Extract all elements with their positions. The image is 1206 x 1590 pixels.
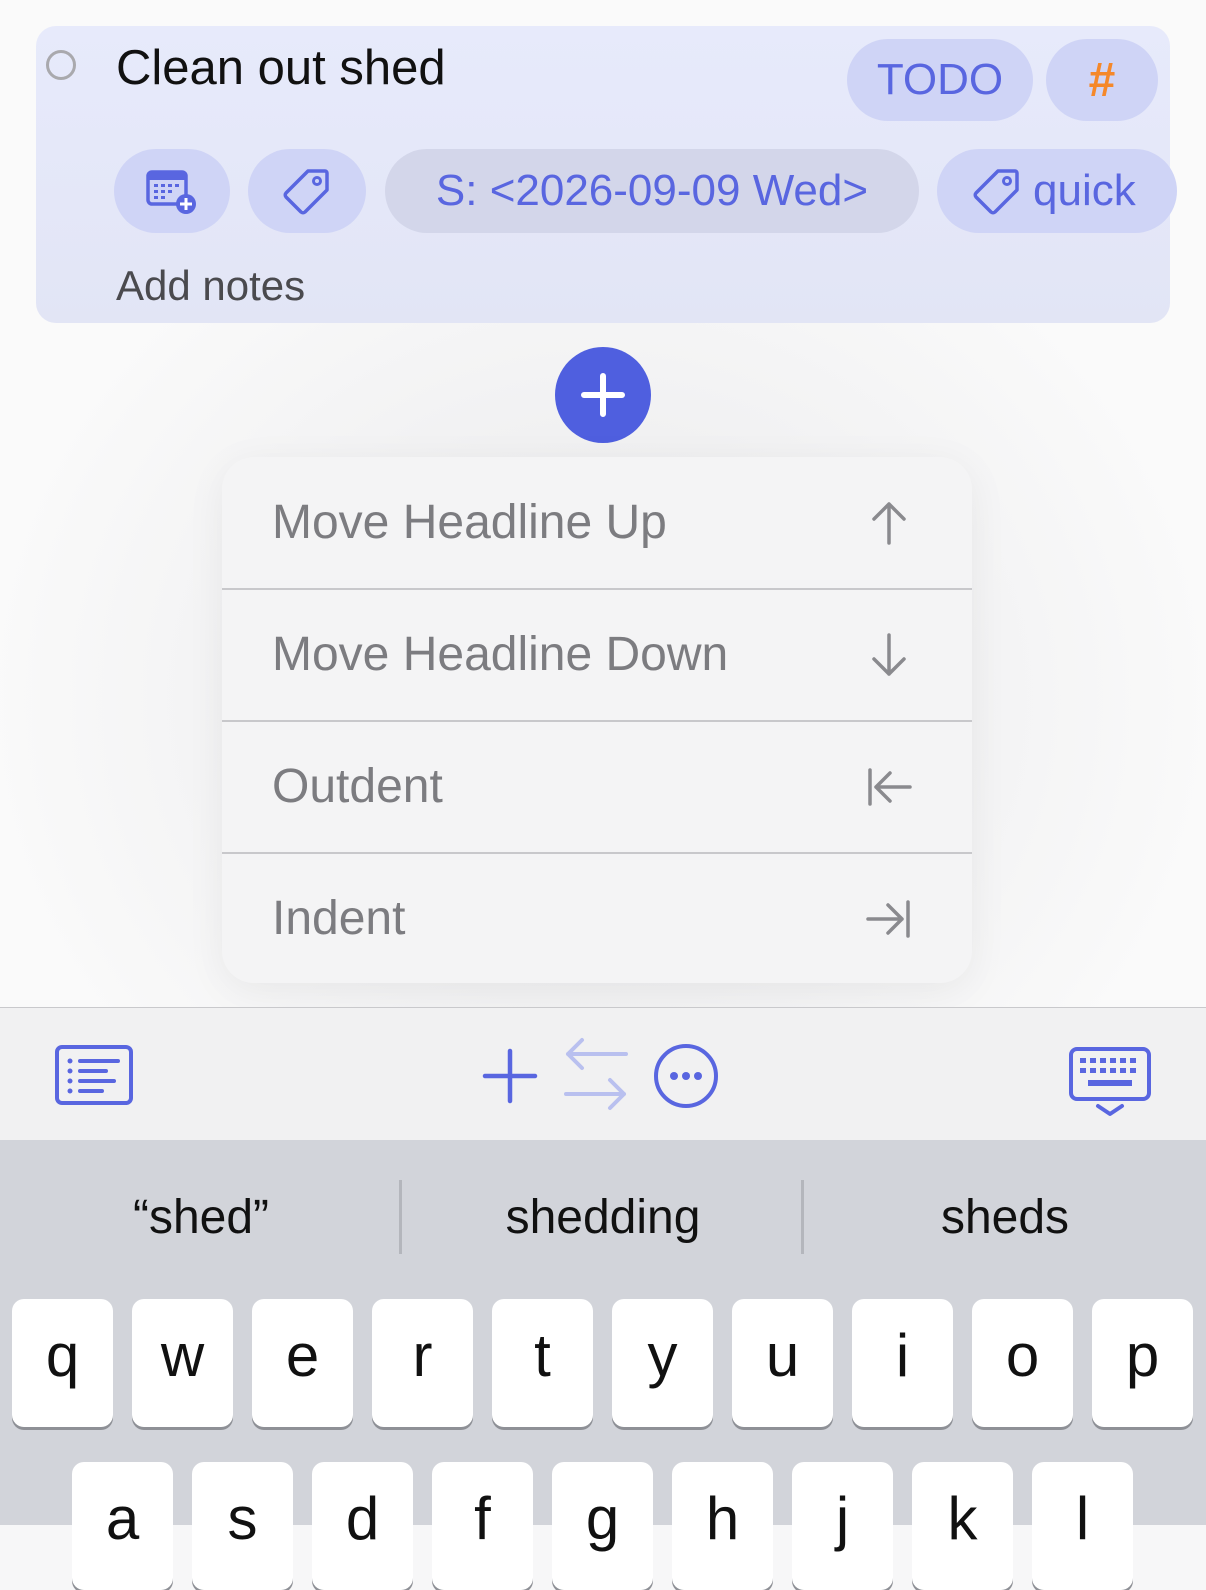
more-ellipsis-icon[interactable] — [652, 1042, 720, 1110]
menu-item-move-up[interactable]: Move Headline Up — [222, 457, 972, 588]
add-date-button[interactable] — [114, 149, 230, 233]
task-title[interactable]: Clean out shed — [116, 40, 446, 96]
key-u[interactable]: u — [732, 1299, 833, 1427]
key-d[interactable]: d — [312, 1462, 413, 1590]
key-e[interactable]: e — [252, 1299, 353, 1427]
swap-arrows-icon[interactable] — [562, 1036, 630, 1112]
arrow-up-icon — [872, 501, 906, 545]
menu-item-label: Outdent — [272, 760, 443, 813]
calendar-add-icon — [146, 170, 196, 214]
tag-label: quick — [1033, 166, 1136, 215]
todo-state-button[interactable]: TODO — [847, 39, 1033, 121]
menu-item-move-down[interactable]: Move Headline Down — [222, 589, 972, 720]
menu-item-label: Indent — [272, 892, 406, 945]
key-i[interactable]: i — [852, 1299, 953, 1427]
key-a[interactable]: a — [72, 1462, 173, 1590]
suggestion-1[interactable]: “shed” — [0, 1190, 402, 1245]
key-k[interactable]: k — [912, 1462, 1013, 1590]
arrow-down-icon — [872, 632, 906, 676]
key-l[interactable]: l — [1032, 1462, 1133, 1590]
key-f[interactable]: f — [432, 1462, 533, 1590]
key-q[interactable]: q — [12, 1299, 113, 1427]
menu-item-indent[interactable]: Indent — [222, 853, 972, 983]
key-g[interactable]: g — [552, 1462, 653, 1590]
tag-chip-quick[interactable]: quick — [937, 149, 1177, 233]
add-headline-button[interactable] — [555, 347, 651, 443]
scheduled-date-chip[interactable]: S: <2026-09-09 Wed> — [385, 149, 919, 233]
plus-icon[interactable] — [480, 1046, 540, 1106]
plus-icon — [581, 373, 625, 417]
key-o[interactable]: o — [972, 1299, 1073, 1427]
editor-toolbar — [0, 1007, 1206, 1140]
tag-icon — [283, 169, 329, 215]
headline-context-menu: Move Headline Up Move Headline Down Outd… — [222, 457, 972, 983]
key-h[interactable]: h — [672, 1462, 773, 1590]
suggestion-3[interactable]: sheds — [804, 1190, 1206, 1245]
key-s[interactable]: s — [192, 1462, 293, 1590]
indent-icon — [866, 899, 910, 938]
key-t[interactable]: t — [492, 1299, 593, 1427]
menu-item-outdent[interactable]: Outdent — [222, 721, 972, 852]
add-tag-button[interactable] — [248, 149, 366, 233]
outline-list-icon[interactable] — [54, 1044, 134, 1106]
menu-item-label: Move Headline Down — [272, 628, 729, 681]
task-checkbox[interactable] — [46, 50, 76, 80]
key-j[interactable]: j — [792, 1462, 893, 1590]
key-y[interactable]: y — [612, 1299, 713, 1427]
suggestion-2[interactable]: shedding — [402, 1190, 804, 1245]
add-notes-field[interactable]: Add notes — [116, 262, 305, 310]
tag-icon — [973, 169, 1019, 215]
menu-item-label: Move Headline Up — [272, 496, 667, 549]
priority-button[interactable]: # — [1046, 39, 1158, 121]
outdent-icon — [868, 767, 912, 806]
keyboard-dismiss-icon[interactable] — [1068, 1046, 1152, 1118]
key-p[interactable]: p — [1092, 1299, 1193, 1427]
key-r[interactable]: r — [372, 1299, 473, 1427]
key-w[interactable]: w — [132, 1299, 233, 1427]
